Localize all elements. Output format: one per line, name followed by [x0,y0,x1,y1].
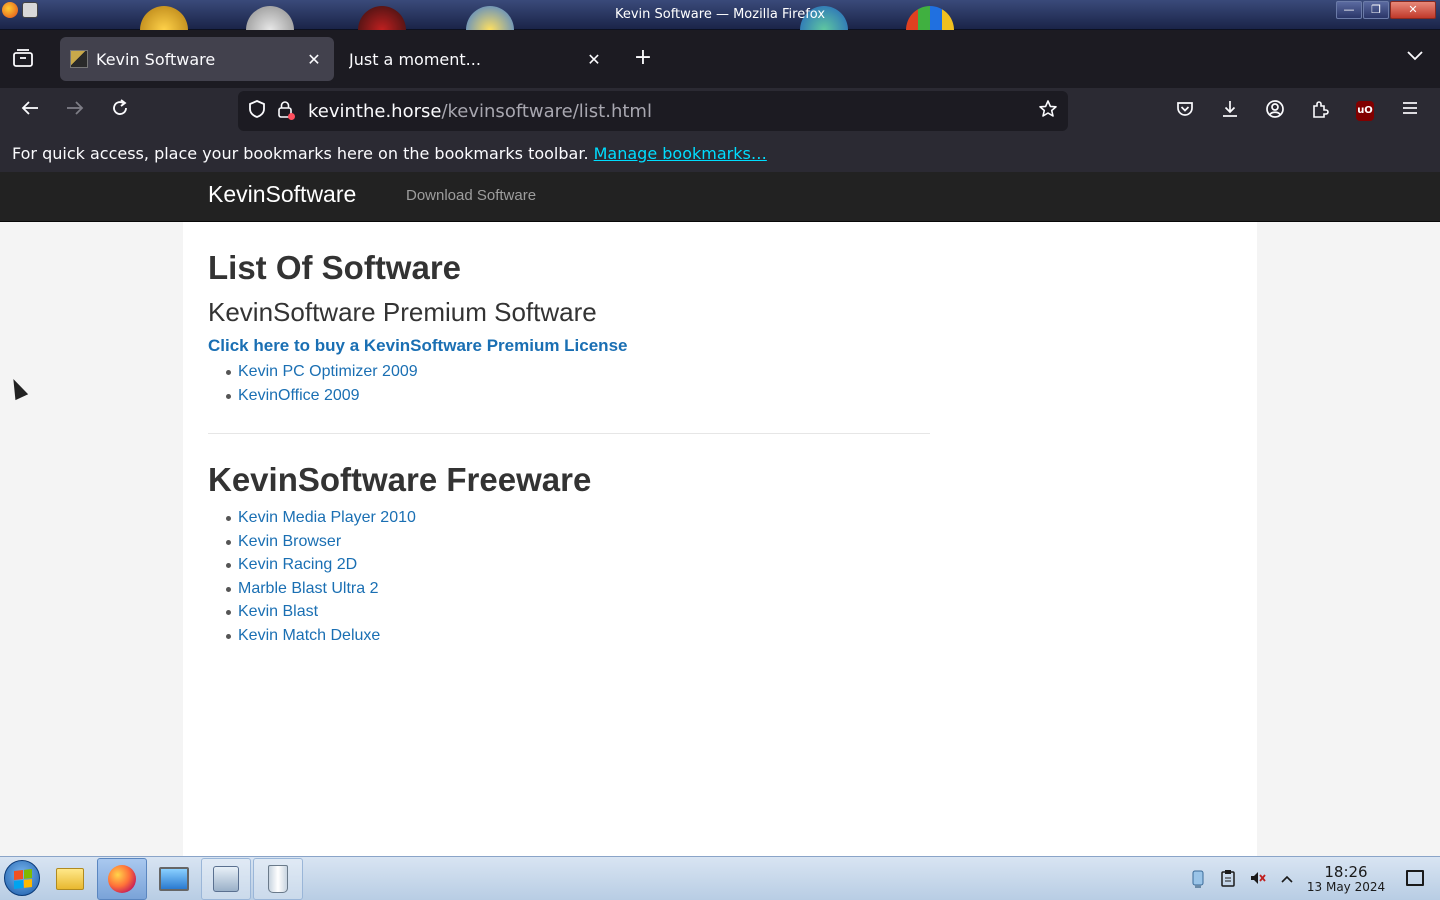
tracking-protection-shield-icon[interactable] [246,99,268,124]
window-controls: — ❐ ✕ [1336,1,1436,19]
downloads-icon[interactable] [1217,99,1243,125]
manage-bookmarks-link[interactable]: Manage bookmarks… [594,144,767,163]
freeware-heading: KevinSoftware Freeware [208,461,592,498]
page-background: List Of Software KevinSoftware Premium S… [0,222,1440,856]
premium-heading: KevinSoftware Premium Software [208,297,597,327]
bookmarks-toolbar-message: For quick access, place your bookmarks h… [12,144,589,163]
lock-icon[interactable] [274,100,296,122]
forward-arrow-icon[interactable] [61,98,89,126]
close-tab-icon[interactable]: ✕ [582,50,606,69]
page-title: List Of Software [208,249,462,286]
list-item[interactable]: Kevin Match Deluxe [226,624,930,648]
account-icon[interactable] [1262,99,1288,125]
list-item[interactable]: Kevin PC Optimizer 2009 [226,360,930,384]
speaker-muted-icon[interactable] [1248,869,1268,889]
favicon-icon [70,50,88,68]
freeware-list: Kevin Media Player 2010 Kevin Browser Ke… [208,506,930,647]
premium-software-list: Kevin PC Optimizer 2009 KevinOffice 2009 [208,360,930,407]
bookmark-star-icon[interactable] [1038,99,1058,124]
buy-premium-license-link[interactable]: Click here to buy a KevinSoftware Premiu… [208,336,930,356]
window-titlebar: Kevin Software — Mozilla Firefox — ❐ ✕ [0,0,1440,30]
taskbar-computer[interactable] [149,858,199,900]
list-item[interactable]: Kevin Browser [226,530,930,554]
start-button[interactable] [4,860,40,896]
main-content: List Of Software KevinSoftware Premium S… [208,246,930,647]
list-item[interactable]: KevinOffice 2009 [226,384,930,408]
recycle-bin-icon [268,865,288,893]
minimize-button[interactable]: — [1336,1,1362,19]
list-all-tabs-icon[interactable] [12,48,36,70]
tab-kevin-software[interactable]: Kevin Software ✕ [60,37,334,81]
tab-strip: Kevin Software ✕ Just a moment... ✕ + [0,30,1440,88]
taskbar-document-app[interactable] [201,858,251,900]
taskbar-clock[interactable]: 18:26 13 May 2024 [1302,864,1390,894]
document-app-icon [213,866,239,892]
network-tray-icon[interactable] [1188,869,1208,889]
taskbar-recycle-bin[interactable] [253,858,303,900]
tab-just-a-moment[interactable]: Just a moment... ✕ [338,37,614,81]
computer-monitor-icon [159,867,189,891]
url-path: /kevinsoftware/list.html [441,100,652,122]
close-tab-icon[interactable]: ✕ [302,50,326,69]
list-item[interactable]: Kevin Media Player 2010 [226,506,930,530]
address-bar[interactable]: kevinthe.horse/kevinsoftware/list.html [238,91,1068,131]
tab-label: Just a moment... [349,49,481,69]
chevron-up-icon[interactable] [1277,869,1297,889]
section-divider [208,433,930,434]
back-arrow-icon[interactable] [16,98,44,126]
close-window-button[interactable]: ✕ [1390,1,1436,19]
maximize-button[interactable]: ❐ [1363,1,1389,19]
hamburger-menu-icon[interactable] [1397,99,1423,125]
clipboard-tray-icon[interactable] [1218,869,1238,889]
extensions-puzzle-icon[interactable] [1307,99,1333,125]
tab-label: Kevin Software [96,49,216,69]
clock-time: 18:26 [1324,863,1368,881]
taskbar: 18:26 13 May 2024 [0,856,1440,900]
site-brand-link[interactable]: KevinSoftware [208,181,356,208]
windows-logo-icon [14,869,32,889]
url-text[interactable]: kevinthe.horse/kevinsoftware/list.html [308,101,652,122]
list-item[interactable]: Kevin Racing 2D [226,553,930,577]
taskbar-file-explorer[interactable] [45,858,95,900]
chevron-down-icon[interactable] [1404,46,1426,68]
taskbar-firefox[interactable] [97,858,147,900]
site-navbar: KevinSoftware Download Software [0,172,1440,222]
folder-icon [56,868,84,890]
navigation-toolbar: kevinthe.horse/kevinsoftware/list.html u… [0,88,1440,134]
content-container: List Of Software KevinSoftware Premium S… [183,222,1257,856]
new-tab-icon[interactable]: + [630,46,656,72]
window-title: Kevin Software — Mozilla Firefox [614,7,826,22]
ublock-origin-icon[interactable]: uO [1356,101,1374,121]
download-software-nav-link[interactable]: Download Software [406,187,536,204]
url-host: kevinthe.horse [308,100,442,122]
pocket-icon[interactable] [1172,99,1198,125]
show-desktop-icon[interactable] [1406,870,1424,886]
reload-icon[interactable] [106,98,134,126]
clock-date: 13 May 2024 [1306,880,1386,894]
list-item[interactable]: Kevin Blast [226,600,930,624]
list-item[interactable]: Marble Blast Ultra 2 [226,577,930,601]
bookmarks-toolbar: For quick access, place your bookmarks h… [0,134,1440,172]
firefox-icon [108,865,136,893]
